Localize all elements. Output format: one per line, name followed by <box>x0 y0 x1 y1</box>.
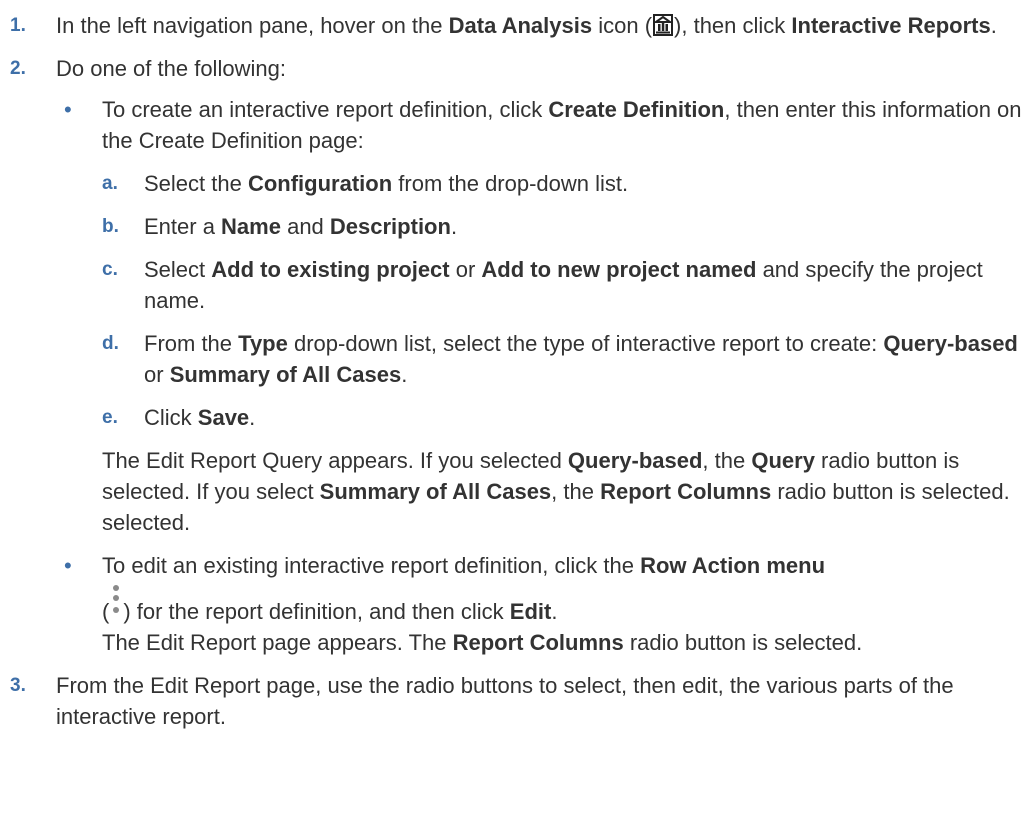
text-run: The Edit Report page appears. The <box>102 630 453 655</box>
text-run: , the <box>702 448 752 473</box>
ui-term-report-columns: Report Columns <box>600 479 772 504</box>
text-run: Enter a <box>144 214 222 239</box>
text-run: To edit an existing interactive report d… <box>102 553 641 578</box>
ui-term-query: Query <box>751 448 815 473</box>
text-run: icon ( <box>592 13 653 38</box>
ui-term-name: Name <box>221 214 281 239</box>
text-run: . <box>450 214 458 239</box>
substep-letter: c. <box>102 259 118 280</box>
text-run: . <box>551 599 558 624</box>
substep-b: b. Enter a Name and Description. <box>102 211 1032 242</box>
substep-text: Click Save. <box>144 402 1032 433</box>
text-run: drop-down list, select the type of inter… <box>287 331 884 356</box>
text-run: ) for the report definition, and then cl… <box>123 599 510 624</box>
option-create-definition: • To create an interactive report defini… <box>56 94 1032 538</box>
ui-term-type: Type <box>238 331 288 356</box>
substep-d: d. From the Type drop-down list, select … <box>102 328 1032 390</box>
ui-term-add-to-existing-project: Add to existing project <box>211 257 450 282</box>
substep-list: a. Select the Configuration from the dro… <box>102 168 1032 433</box>
text-run: . <box>401 362 408 387</box>
substep-text: Select Add to existing project or Add to… <box>144 254 1032 316</box>
text-run: or <box>449 257 482 282</box>
text-run: Select <box>144 257 212 282</box>
substep-letter: d. <box>102 333 119 354</box>
text-run: The Edit Report Query appears. If you se… <box>102 448 568 473</box>
result-text: The Edit Report Query appears. If you se… <box>102 445 1032 538</box>
kebab-menu-icon <box>109 581 123 621</box>
substep-a: a. Select the Configuration from the dro… <box>102 168 1032 199</box>
substep-text: Select the Configuration from the drop-d… <box>144 168 1032 199</box>
ui-term-configuration: Configuration <box>247 171 393 196</box>
ui-term-summary-of-all-cases: Summary of All Cases <box>319 479 552 504</box>
text-run: . <box>249 405 256 430</box>
text-run: , the <box>551 479 601 504</box>
substep-text: From the Type drop-down list, select the… <box>144 328 1032 390</box>
option-text: To create an interactive report definiti… <box>102 94 1032 156</box>
text-run: Click <box>144 405 198 430</box>
substep-letter: a. <box>102 173 118 194</box>
ui-term-row-action-menu: Row Action menu <box>640 553 826 578</box>
step-1: 1. In the left navigation pane, hover on… <box>10 10 1032 41</box>
ui-term-add-to-new-project: Add to new project named <box>481 257 757 282</box>
ui-term-save: Save <box>197 405 250 430</box>
step-text: From the Edit Report page, use the radio… <box>56 673 954 729</box>
ui-term-description: Description <box>329 214 451 239</box>
bullet-marker: • <box>64 97 72 122</box>
substep-c: c. Select Add to existing project or Add… <box>102 254 1032 316</box>
option-list: • To create an interactive report defini… <box>56 94 1032 658</box>
text-run: In the left navigation pane, hover on th… <box>56 13 449 38</box>
procedure-steps: 1. In the left navigation pane, hover on… <box>10 10 1032 732</box>
text-run: ), then click <box>674 13 792 38</box>
document-page: 1. In the left navigation pane, hover on… <box>0 0 1032 732</box>
text-run: from the drop-down list. <box>392 171 629 196</box>
step-number: 1. <box>10 15 26 36</box>
text-run: To create an interactive report definiti… <box>102 97 549 122</box>
ui-term-data-analysis: Data Analysis <box>448 13 593 38</box>
step-number: 2. <box>10 58 26 79</box>
ui-term-query-based: Query-based <box>883 331 1018 356</box>
step-2: 2. Do one of the following: • To create … <box>10 53 1032 658</box>
text-run: From the <box>144 331 239 356</box>
substep-letter: e. <box>102 407 118 428</box>
option-edit-definition: • To edit an existing interactive report… <box>56 550 1032 658</box>
step-number: 3. <box>10 675 26 696</box>
text-run: and <box>280 214 330 239</box>
ui-term-report-columns: Report Columns <box>452 630 624 655</box>
step-intro: Do one of the following: <box>56 56 286 81</box>
text-run: radio button is selected. <box>623 630 863 655</box>
step-text: In the left navigation pane, hover on th… <box>56 10 1032 41</box>
ui-term-interactive-reports: Interactive Reports <box>791 13 991 38</box>
step-3: 3. From the Edit Report page, use the ra… <box>10 670 1032 732</box>
data-analysis-icon <box>652 13 674 36</box>
text-run: ( <box>102 599 110 624</box>
ui-term-edit: Edit <box>509 599 552 624</box>
ui-term-create-definition: Create Definition <box>548 97 725 122</box>
ui-term-summary-of-all-cases: Summary of All Cases <box>169 362 402 387</box>
ui-term-query-based: Query-based <box>567 448 703 473</box>
option-text: To edit an existing interactive report d… <box>102 550 1032 658</box>
text-run: . <box>990 13 997 38</box>
substep-e: e. Click Save. <box>102 402 1032 433</box>
text-run: or <box>144 362 170 387</box>
bullet-marker: • <box>64 553 72 578</box>
substep-letter: b. <box>102 216 119 237</box>
text-run: Select the <box>144 171 248 196</box>
substep-text: Enter a Name and Description. <box>144 211 1032 242</box>
